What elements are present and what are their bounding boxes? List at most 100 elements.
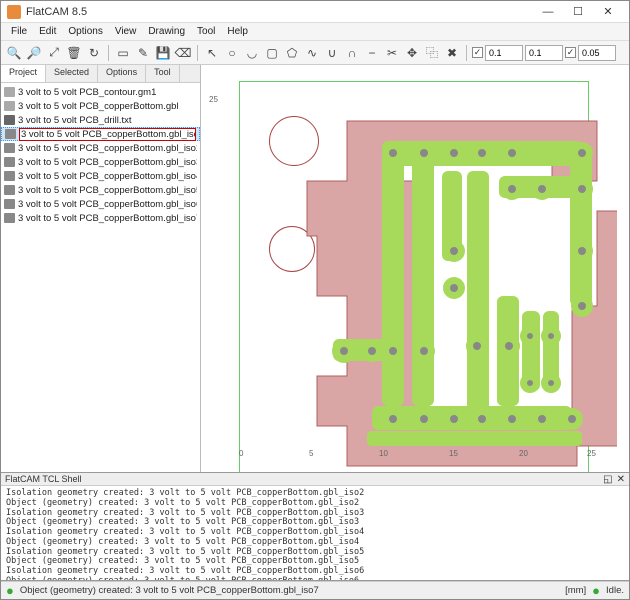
- tab-project[interactable]: Project: [1, 65, 46, 82]
- edit-geo-icon[interactable]: ✎: [134, 44, 152, 62]
- snap-checkbox[interactable]: [565, 47, 576, 58]
- panel-tabs: Project Selected Options Tool: [1, 65, 200, 83]
- geo-icon: [4, 213, 15, 223]
- tree-item[interactable]: 3 volt to 5 volt PCB_copperBottom.gbl_is…: [1, 169, 200, 183]
- app-window: FlatCAM 8.5 — ☐ ✕ File Edit Options View…: [0, 0, 630, 600]
- idle-bullet-icon: ●: [592, 587, 600, 595]
- x-tick: 25: [587, 449, 596, 458]
- delete-icon[interactable]: ⌫: [174, 44, 192, 62]
- tcl-shell[interactable]: Isolation geometry created: 3 volt to 5 …: [1, 486, 629, 581]
- move-icon[interactable]: ✥: [403, 44, 421, 62]
- app-icon: [7, 5, 21, 19]
- main-area: Project Selected Options Tool 3 volt to …: [1, 65, 629, 472]
- tree-item-label: 3 volt to 5 volt PCB_drill.txt: [18, 115, 132, 126]
- plot-area[interactable]: 25 0 5 10 15 20 25: [209, 71, 623, 454]
- select-icon[interactable]: ↖: [203, 44, 221, 62]
- toolbar: 🔍 🔎 ⤢ 🗑 ↻ ▭ ✎ 💾 ⌫ ↖ ○ ◡ ▢ ⬠ ∿ ∪ ∩ − ✂ ✥ …: [1, 41, 629, 65]
- drill-icon: [4, 115, 15, 125]
- tree-item-label: 3 volt to 5 volt PCB_copperBottom.gbl_is…: [18, 185, 197, 196]
- separator: [466, 45, 467, 61]
- menu-edit[interactable]: Edit: [33, 24, 62, 39]
- menu-tool[interactable]: Tool: [191, 24, 221, 39]
- window-controls: — ☐ ✕: [533, 2, 623, 22]
- menu-drawing[interactable]: Drawing: [142, 24, 191, 39]
- grid-x-input[interactable]: [485, 45, 523, 61]
- x-tick: 10: [379, 449, 388, 458]
- x-tick: 0: [239, 449, 243, 458]
- tree-item[interactable]: 3 volt to 5 volt PCB_copperBottom.gbl_is…: [1, 141, 200, 155]
- tree-item-label: 3 volt to 5 volt PCB_contour.gm1: [18, 87, 156, 98]
- tree-item[interactable]: 3 volt to 5 volt PCB_copperBottom.gbl_is…: [1, 183, 200, 197]
- left-panel: Project Selected Options Tool 3 volt to …: [1, 65, 201, 472]
- close-button[interactable]: ✕: [593, 2, 623, 22]
- geo-icon: [4, 185, 15, 195]
- status-state: Idle.: [606, 585, 624, 596]
- grid-y-input[interactable]: [525, 45, 563, 61]
- shell-title: FlatCAM TCL Shell: [5, 474, 82, 484]
- tree-item[interactable]: 3 volt to 5 volt PCB_copperBottom.gbl_is…: [1, 211, 200, 225]
- x-tick: 20: [519, 449, 528, 458]
- canvas[interactable]: 25 0 5 10 15 20 25: [201, 65, 629, 472]
- tab-tool[interactable]: Tool: [146, 65, 180, 82]
- tree-item-label: 3 volt to 5 volt PCB_copperBottom.gbl_is…: [18, 157, 197, 168]
- tab-selected[interactable]: Selected: [46, 65, 98, 82]
- menu-file[interactable]: File: [5, 24, 33, 39]
- geo-icon: [4, 157, 15, 167]
- tree-item-label: 3 volt to 5 volt PCB_copperBottom.gbl: [18, 101, 179, 112]
- replot-icon[interactable]: ↻: [85, 44, 103, 62]
- save-geo-icon[interactable]: 💾: [154, 44, 172, 62]
- polygon-icon[interactable]: ⬠: [283, 44, 301, 62]
- tree-item-label: 3 volt to 5 volt PCB_copperBottom.gbl_is…: [19, 128, 196, 141]
- pcb-traces: [217, 71, 617, 472]
- tree-item[interactable]: 3 volt to 5 volt PCB_copperBottom.gbl: [1, 99, 200, 113]
- status-bullet-icon: ●: [6, 587, 14, 595]
- cut-icon[interactable]: ✂: [383, 44, 401, 62]
- tree-item-label: 3 volt to 5 volt PCB_copperBottom.gbl_is…: [18, 143, 197, 154]
- subtract-icon[interactable]: −: [363, 44, 381, 62]
- tree-item[interactable]: 3 volt to 5 volt PCB_drill.txt: [1, 113, 200, 127]
- separator: [108, 45, 109, 61]
- clear-plot-icon[interactable]: 🗑: [65, 44, 83, 62]
- zoom-out-icon[interactable]: 🔎: [25, 44, 43, 62]
- shell-close-icon[interactable]: ✕: [617, 474, 625, 485]
- menu-view[interactable]: View: [109, 24, 143, 39]
- tree-item[interactable]: 3 volt to 5 volt PCB_copperBottom.gbl_is…: [1, 155, 200, 169]
- status-units: [mm]: [565, 585, 586, 596]
- copy-icon[interactable]: ⿻: [423, 44, 441, 62]
- titlebar: FlatCAM 8.5 — ☐ ✕: [1, 1, 629, 23]
- geo-icon: [4, 199, 15, 209]
- union-icon[interactable]: ∪: [323, 44, 341, 62]
- intersect-icon[interactable]: ∩: [343, 44, 361, 62]
- zoom-in-icon[interactable]: 🔍: [5, 44, 23, 62]
- minimize-button[interactable]: —: [533, 2, 563, 22]
- y-tick: 25: [209, 95, 218, 104]
- menu-help[interactable]: Help: [221, 24, 254, 39]
- gerber-icon: [4, 101, 15, 111]
- statusbar: ● Object (geometry) created: 3 volt to 5…: [1, 581, 629, 599]
- geo-icon: [4, 143, 15, 153]
- path-icon[interactable]: ∿: [303, 44, 321, 62]
- tree-item[interactable]: 3 volt to 5 volt PCB_contour.gm1: [1, 85, 200, 99]
- project-tree[interactable]: 3 volt to 5 volt PCB_contour.gm1 3 volt t…: [1, 83, 200, 472]
- tree-item[interactable]: 3 volt to 5 volt PCB_copperBottom.gbl_is…: [1, 197, 200, 211]
- delete-shape-icon[interactable]: ✖: [443, 44, 461, 62]
- shell-undock-icon[interactable]: ◱: [603, 474, 612, 485]
- tab-options[interactable]: Options: [98, 65, 146, 82]
- x-tick: 5: [309, 449, 313, 458]
- gerber-icon: [4, 87, 15, 97]
- tree-item-label: 3 volt to 5 volt PCB_copperBottom.gbl_is…: [18, 199, 197, 210]
- tree-item-label: 3 volt to 5 volt PCB_copperBottom.gbl_is…: [18, 171, 197, 182]
- x-tick: 15: [449, 449, 458, 458]
- grid-checkbox[interactable]: [472, 47, 483, 58]
- tree-item[interactable]: 3 volt to 5 volt PCB_copperBottom.gbl_is…: [1, 127, 200, 141]
- status-message: Object (geometry) created: 3 volt to 5 v…: [20, 585, 319, 596]
- new-geo-icon[interactable]: ▭: [114, 44, 132, 62]
- separator: [197, 45, 198, 61]
- maximize-button[interactable]: ☐: [563, 2, 593, 22]
- menu-options[interactable]: Options: [62, 24, 108, 39]
- zoom-fit-icon[interactable]: ⤢: [45, 44, 63, 62]
- snap-input[interactable]: [578, 45, 616, 61]
- arc-icon[interactable]: ◡: [243, 44, 261, 62]
- circle-icon[interactable]: ○: [223, 44, 241, 62]
- rect-icon[interactable]: ▢: [263, 44, 281, 62]
